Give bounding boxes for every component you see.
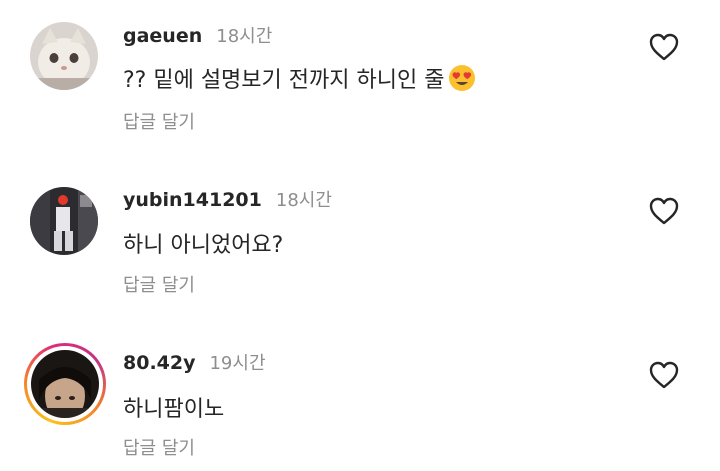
- comment-item: gaeuen 18시간 ?? 밑에 설명보기 전까지 하니인 줄 답글 달기: [0, 0, 720, 150]
- reply-button[interactable]: 답글 달기: [123, 108, 195, 134]
- comment-text: ?? 밑에 설명보기 전까지 하니인 줄: [123, 62, 476, 94]
- username[interactable]: yubin141201: [123, 189, 262, 211]
- timestamp: 18시간: [275, 190, 332, 211]
- avatar[interactable]: [30, 187, 98, 255]
- avatar[interactable]: [30, 22, 98, 90]
- heart-eyes-emoji-icon: [448, 64, 476, 92]
- heart-outline-icon[interactable]: [649, 33, 679, 61]
- username[interactable]: gaeuen: [123, 25, 202, 47]
- comment-text-content: 하니팜이노: [123, 397, 225, 422]
- heart-outline-icon[interactable]: [649, 361, 679, 389]
- timestamp: 18시간: [216, 26, 273, 47]
- comment-header: yubin141201 18시간: [123, 186, 332, 212]
- comment-text: 하니팜이노: [123, 391, 224, 423]
- avatar-image: [30, 187, 98, 255]
- timestamp: 19시간: [209, 353, 266, 374]
- comment-header: gaeuen 18시간: [123, 22, 272, 48]
- avatar-image: [30, 22, 98, 90]
- reply-button[interactable]: 답글 달기: [123, 271, 195, 297]
- avatar: [31, 350, 99, 418]
- heart-outline-icon[interactable]: [649, 197, 679, 225]
- comment-header: 80.42y 19시간: [123, 349, 266, 375]
- avatar-image: [31, 350, 99, 418]
- comment-text-content: ?? 밑에 설명보기 전까지 하니인 줄: [123, 68, 445, 93]
- comment-item: yubin141201 18시간 하니 아니었어요? 답글 달기: [0, 150, 720, 320]
- avatar-ring-gap: [27, 346, 103, 422]
- reply-button[interactable]: 답글 달기: [123, 434, 195, 460]
- comment-item: 80.42y 19시간 하니팜이노 답글 달기: [0, 320, 720, 471]
- comment-text-content: 하니 아니었어요?: [123, 233, 284, 258]
- username[interactable]: 80.42y: [123, 352, 195, 374]
- comment-text: 하니 아니었어요?: [123, 227, 283, 259]
- avatar-story-ring[interactable]: [24, 343, 106, 425]
